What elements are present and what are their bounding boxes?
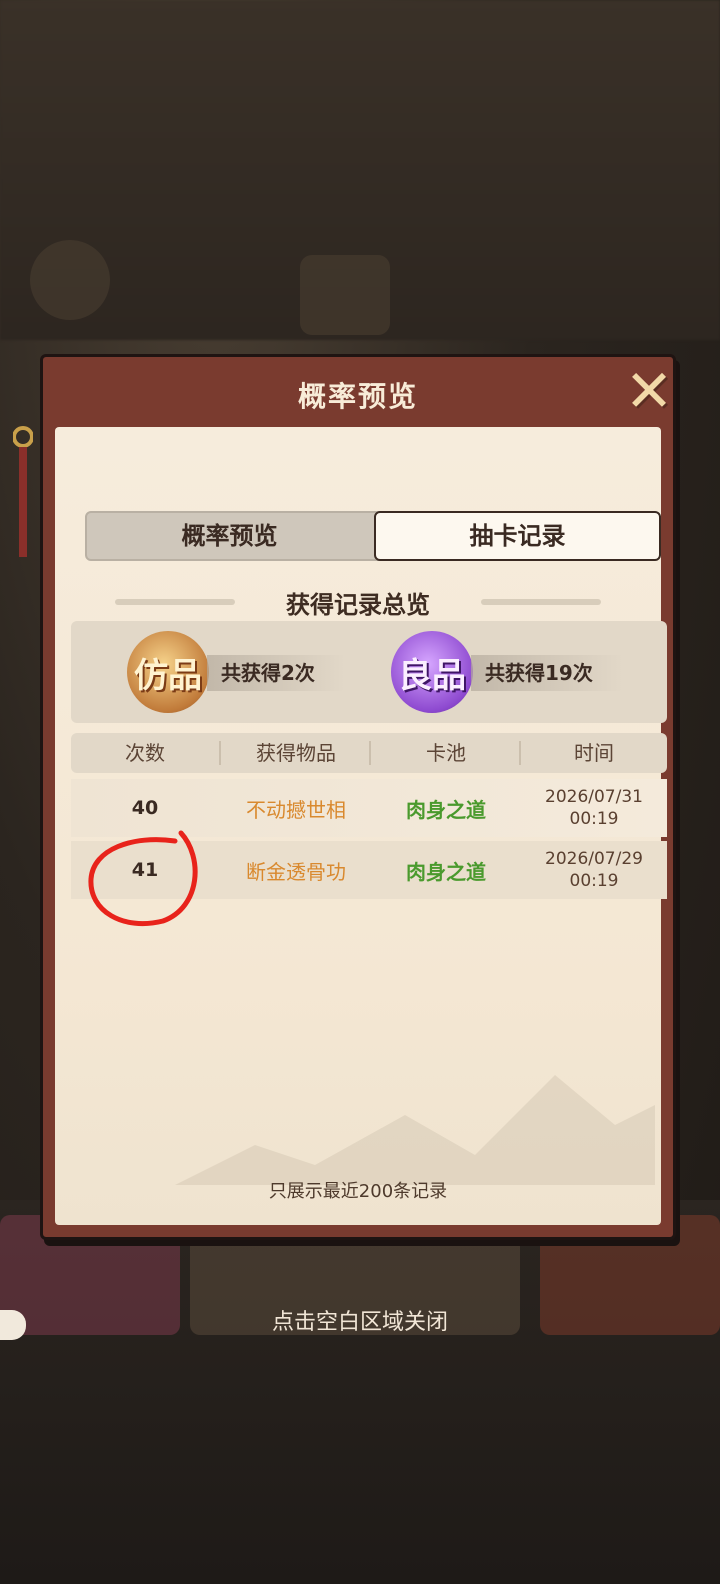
header-time: 时间: [574, 741, 614, 765]
row-pool: 肉身之道: [406, 797, 486, 822]
header-pool: 卡池: [426, 741, 466, 765]
records-summary: 仿品 共获得2次 良品 共获得19次: [71, 621, 667, 723]
liangpin-count: 共获得19次: [471, 655, 623, 691]
table-row: 40 不动撼世相 肉身之道 2026/07/31 00:19: [71, 779, 667, 837]
summary-item-liangpin: 良品 共获得19次: [391, 621, 661, 723]
table-header: 次数 获得物品 卡池 时间: [71, 733, 667, 773]
summary-item-fangpin: 仿品 共获得2次: [127, 621, 387, 723]
tab-bar: 概率预览 抽卡记录: [85, 511, 661, 561]
row-item: 不动撼世相: [246, 797, 346, 822]
tab-probability-preview[interactable]: 概率预览: [87, 513, 372, 559]
tap-to-close-hint[interactable]: 点击空白区域关闭: [0, 1304, 720, 1336]
row-date: 2026/07/31: [545, 787, 643, 807]
blurred-emblem: [30, 240, 110, 320]
row-count: 41: [131, 859, 159, 881]
header-item: 获得物品: [256, 741, 336, 765]
tab-draw-records[interactable]: 抽卡记录: [374, 511, 661, 561]
tassel-decoration: [13, 426, 33, 557]
header-count: 次数: [125, 741, 165, 765]
title-ornament-right: [481, 599, 601, 605]
fangpin-seal-icon: 仿品: [127, 631, 209, 713]
row-item: 断金透骨功: [246, 859, 346, 884]
fangpin-count: 共获得2次: [207, 655, 345, 691]
liangpin-seal-icon: 良品: [391, 631, 473, 713]
row-pool: 肉身之道: [406, 859, 486, 884]
mountain-decoration: [175, 1075, 655, 1185]
dialog-title: 概率预览: [297, 380, 418, 413]
row-time: 2026/07/29 00:19: [521, 841, 667, 899]
blurred-portrait: [300, 255, 390, 335]
gacha-record-dialog: 概率预览 ✕ 概率预览 抽卡记录 获得记录总览 仿品 共获得2次 良品 共获得1…: [13, 354, 679, 1240]
row-clock: 00:19: [569, 871, 619, 891]
dialog-content: 概率预览 抽卡记录 获得记录总览 仿品 共获得2次 良品 共获得19次 次数 获…: [55, 427, 667, 1225]
row-time: 2026/07/31 00:19: [521, 779, 667, 837]
row-date: 2026/07/29: [545, 849, 643, 869]
close-x-icon[interactable]: ✕: [619, 361, 679, 421]
row-count: 40: [131, 797, 159, 819]
records-limit-note: 只展示最近200条记录: [268, 1181, 448, 1202]
table-row: 41 断金透骨功 肉身之道 2026/07/29 00:19: [71, 841, 667, 899]
row-clock: 00:19: [569, 809, 619, 829]
